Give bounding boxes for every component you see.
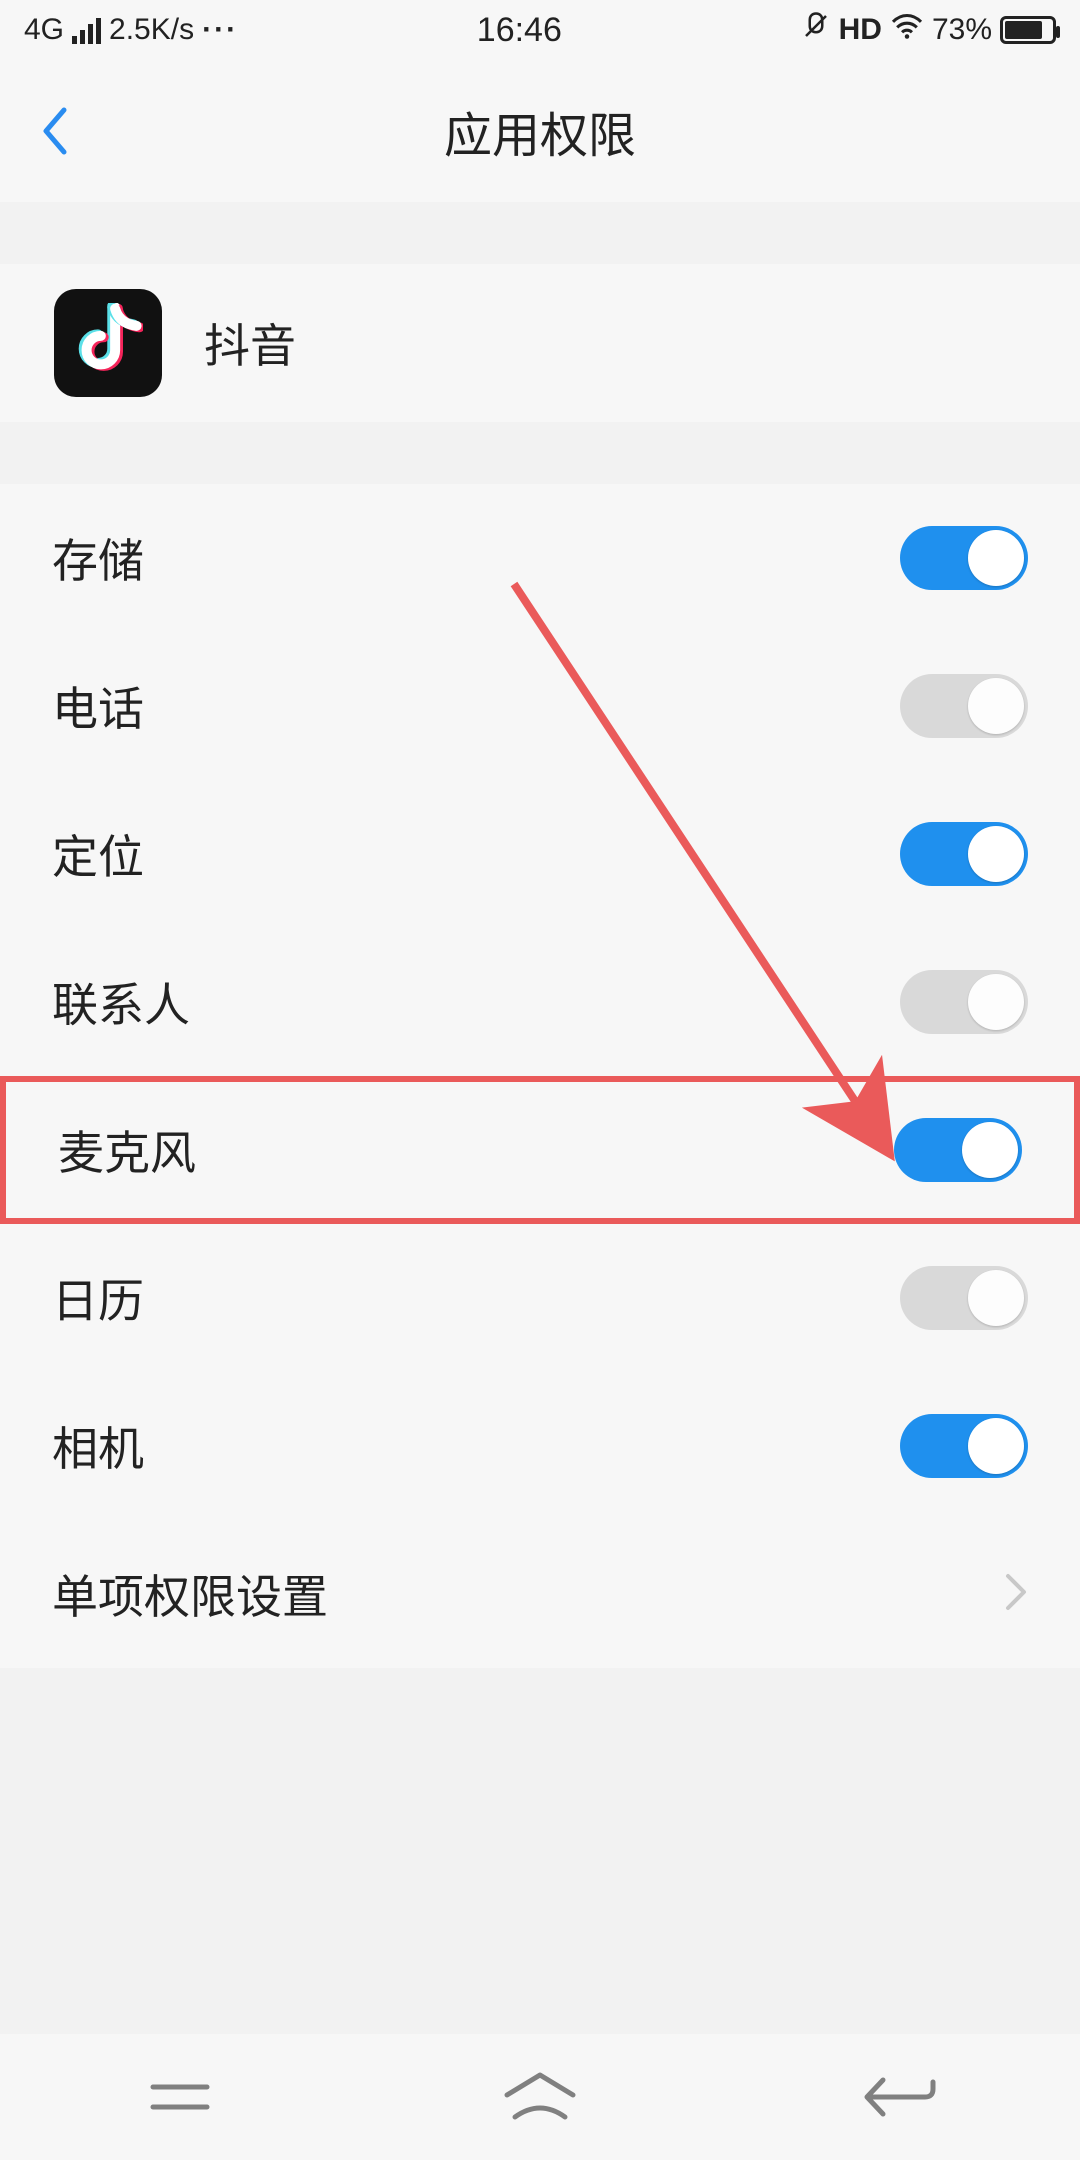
system-nav-bar xyxy=(0,2034,1080,2160)
permission-toggle[interactable] xyxy=(900,970,1028,1034)
permission-row: 定位 xyxy=(0,780,1080,928)
permission-toggle[interactable] xyxy=(894,1118,1022,1182)
app-icon xyxy=(54,289,162,397)
permission-toggle[interactable] xyxy=(900,1266,1028,1330)
permission-toggle[interactable] xyxy=(900,674,1028,738)
permission-label: 日历 xyxy=(52,1265,144,1331)
net-speed: 2.5K/s xyxy=(109,13,194,47)
more-permissions-label: 单项权限设置 xyxy=(52,1561,328,1627)
signal-icon xyxy=(72,16,101,44)
nav-recent-button[interactable] xyxy=(140,2067,220,2127)
network-label: 4G xyxy=(24,13,64,47)
back-button[interactable] xyxy=(40,106,70,156)
permission-label: 电话 xyxy=(52,673,144,739)
permission-label: 相机 xyxy=(52,1413,144,1479)
permission-row: 相机 xyxy=(0,1372,1080,1520)
page-title: 应用权限 xyxy=(444,96,636,166)
status-bar: 4G 2.5K/s ··· 16:46 HD 73% xyxy=(0,0,1080,60)
more-permissions-row[interactable]: 单项权限设置 xyxy=(0,1520,1080,1668)
app-info-row: 抖音 xyxy=(0,264,1080,422)
permission-toggle[interactable] xyxy=(900,526,1028,590)
wifi-icon xyxy=(890,12,924,48)
nav-back-button[interactable] xyxy=(860,2067,940,2127)
permission-toggle[interactable] xyxy=(900,1414,1028,1478)
permission-label: 存储 xyxy=(52,525,144,591)
more-dots-icon: ··· xyxy=(202,13,238,47)
battery-pct: 73% xyxy=(932,13,992,47)
permission-row: 麦克风 xyxy=(0,1076,1080,1224)
hd-label: HD xyxy=(839,13,882,47)
permission-label: 定位 xyxy=(52,821,144,887)
chevron-right-icon xyxy=(1004,1572,1028,1617)
permission-label: 联系人 xyxy=(52,969,190,1035)
app-name: 抖音 xyxy=(204,310,296,376)
page-header: 应用权限 xyxy=(0,60,1080,202)
mute-icon xyxy=(801,11,831,49)
permission-row: 存储 xyxy=(0,484,1080,632)
nav-home-button[interactable] xyxy=(500,2067,580,2127)
clock: 16:46 xyxy=(477,11,562,50)
battery-icon xyxy=(1000,16,1056,44)
permission-row: 日历 xyxy=(0,1224,1080,1372)
permission-list: 存储电话定位联系人麦克风日历相机单项权限设置 xyxy=(0,484,1080,1668)
permission-row: 联系人 xyxy=(0,928,1080,1076)
permission-toggle[interactable] xyxy=(900,822,1028,886)
permission-row: 电话 xyxy=(0,632,1080,780)
permission-label: 麦克风 xyxy=(58,1117,196,1183)
